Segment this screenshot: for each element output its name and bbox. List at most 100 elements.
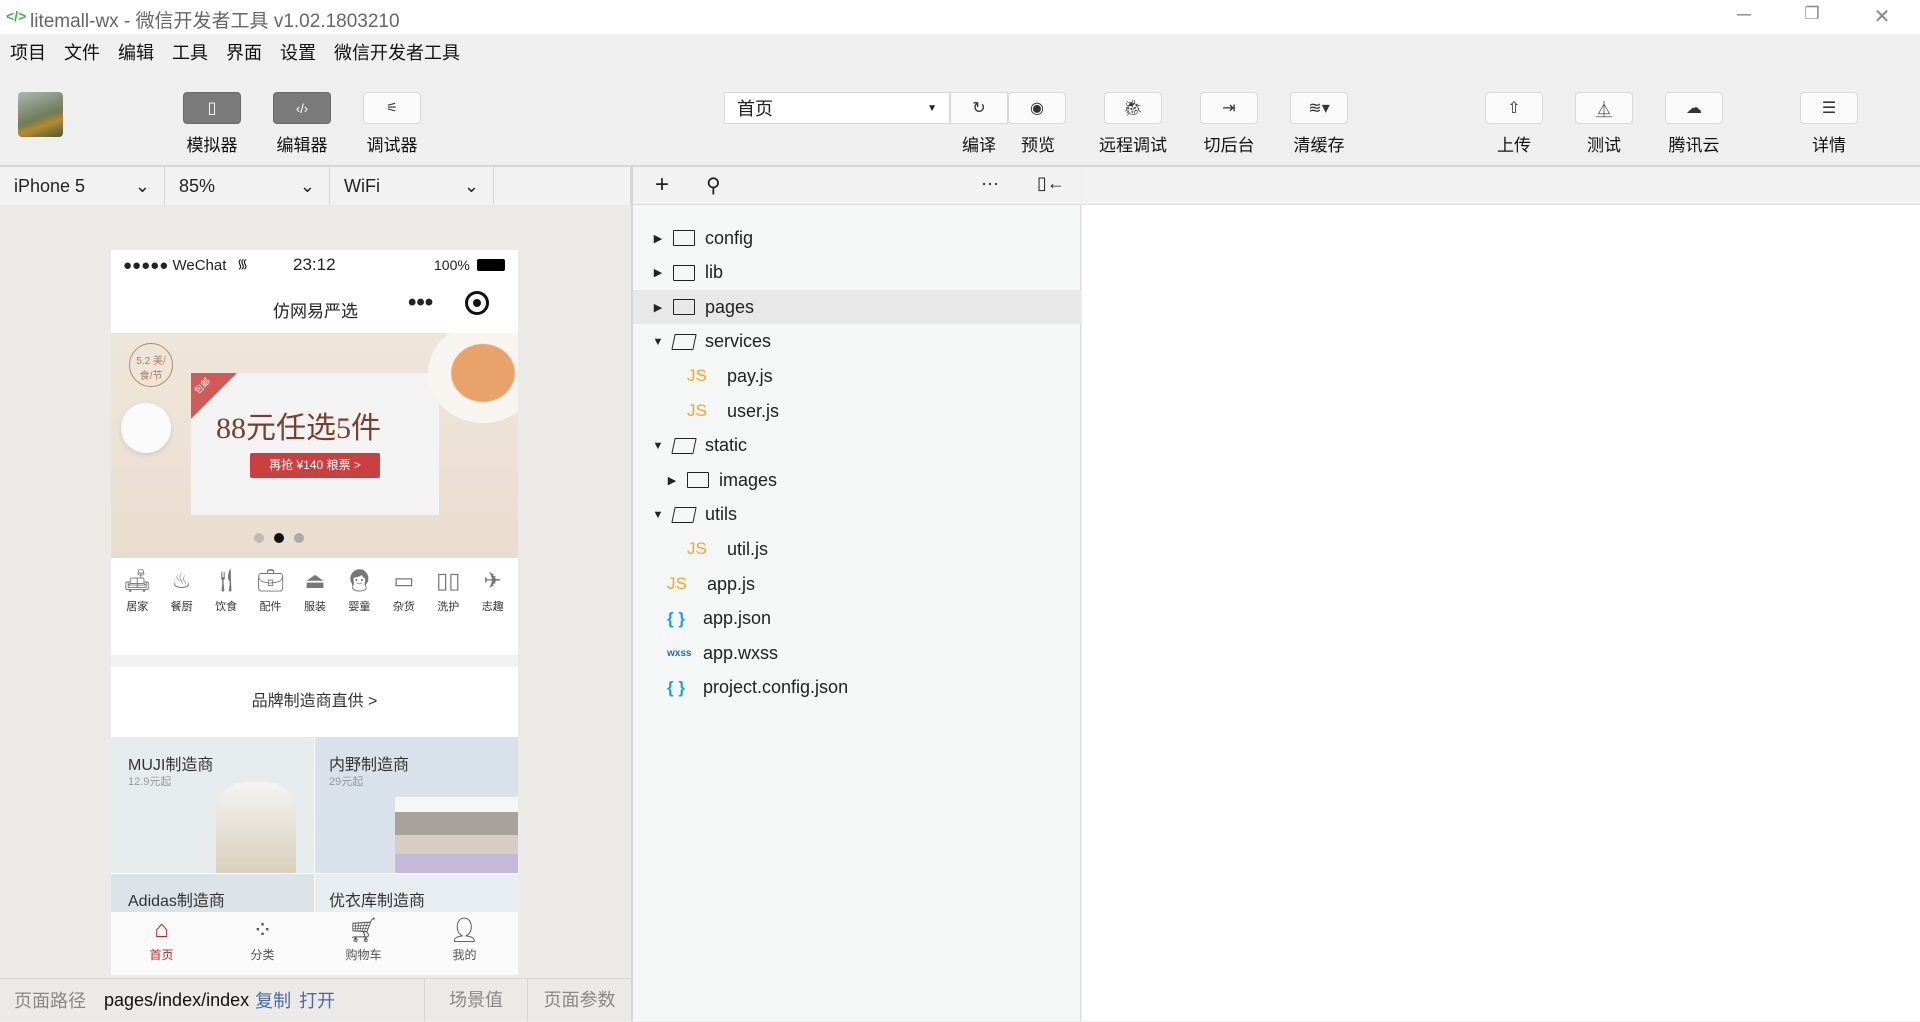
brand-card-adidas[interactable]: Adidas制造商 bbox=[111, 874, 314, 914]
editor-button[interactable]: ‹/› bbox=[273, 92, 331, 124]
tree-file[interactable]: JS app.js bbox=[633, 567, 1081, 601]
wxss-file-icon: wxss bbox=[667, 647, 692, 659]
minimize-icon[interactable]: ─ bbox=[1724, 4, 1764, 27]
menu-tools[interactable]: 工具 bbox=[172, 39, 208, 65]
category-baby[interactable]: 👩︎ 婴童 bbox=[337, 568, 381, 614]
test-button[interactable]: ⏅ bbox=[1575, 92, 1633, 124]
menu-file[interactable]: 文件 bbox=[64, 39, 100, 65]
upload-label: 上传 bbox=[1497, 136, 1531, 155]
zoom-select[interactable]: 85% ⌄ bbox=[165, 167, 330, 205]
caret-right-icon[interactable]: ▶ bbox=[651, 266, 665, 279]
pot-icon: ♨ bbox=[171, 568, 192, 593]
js-file-icon: JS bbox=[667, 574, 687, 593]
tree-file[interactable]: { } app.json bbox=[633, 602, 1081, 636]
folder-icon bbox=[673, 264, 695, 281]
user-avatar[interactable] bbox=[18, 92, 63, 137]
banner-button[interactable]: 再抢 ¥140 粮票 > bbox=[250, 453, 380, 478]
tree-file[interactable]: JS user.js bbox=[633, 394, 1081, 428]
category-hobby[interactable]: ✈ 志趣 bbox=[471, 568, 515, 614]
js-file-icon: JS bbox=[687, 366, 707, 386]
tree-folder[interactable]: ▶ config bbox=[633, 221, 1081, 255]
carousel-dot[interactable] bbox=[294, 533, 304, 543]
network-select[interactable]: WiFi ⌄ bbox=[330, 167, 494, 205]
tencent-cloud-button[interactable]: ☁ bbox=[1665, 92, 1723, 124]
more-icon[interactable]: ··· bbox=[981, 173, 999, 194]
tab-home[interactable]: ⌂ 首页 bbox=[111, 916, 212, 975]
caret-right-icon[interactable]: ▶ bbox=[651, 301, 665, 314]
brand-price: 29元起 bbox=[329, 776, 364, 788]
tree-item-label: lib bbox=[705, 262, 724, 283]
tree-file[interactable]: JS pay.js bbox=[633, 359, 1081, 393]
scene-button[interactable]: 场景值 bbox=[424, 979, 528, 1022]
category-misc[interactable]: ▭ 杂货 bbox=[382, 568, 426, 614]
add-file-icon[interactable]: + bbox=[655, 171, 669, 199]
banner-carousel[interactable]: 5.2 美/食/节 包邮 88元任选5件 再抢 ¥140 粮票 > bbox=[111, 333, 518, 558]
menu-project[interactable]: 项目 bbox=[10, 39, 46, 65]
carousel-dot[interactable] bbox=[254, 533, 264, 543]
simulator-button[interactable]: ▯ bbox=[183, 92, 241, 124]
menu-edit[interactable]: 编辑 bbox=[118, 39, 154, 65]
debugger-button[interactable]: ⚟ bbox=[363, 92, 421, 124]
grid-icon: ⁘ bbox=[252, 917, 273, 944]
open-link[interactable]: 打开 bbox=[299, 987, 335, 1013]
search-icon[interactable]: ⚲ bbox=[706, 173, 721, 198]
tree-folder[interactable]: ▼ utils bbox=[633, 498, 1081, 532]
tree-folder[interactable]: ▶ pages bbox=[633, 290, 1081, 325]
page-params-button[interactable]: 页面参数 bbox=[528, 979, 631, 1022]
menu-view[interactable]: 界面 bbox=[226, 39, 262, 65]
folder-open-icon bbox=[671, 333, 697, 350]
category-home[interactable]: 🛋︎ 居家 bbox=[115, 568, 159, 614]
brand-card-muji[interactable]: MUJI制造商 12.9元起 bbox=[111, 737, 314, 873]
restore-icon[interactable]: ❐ bbox=[1792, 4, 1832, 24]
caret-down-icon[interactable]: ▼ bbox=[651, 440, 665, 452]
close-capsule-icon[interactable] bbox=[465, 291, 489, 315]
category-grid: 🛋︎ 居家 ♨ 餐厨 🍴︎ 饮食 💼︎ 配件 ⏏ 服装 👩︎ 婴童 ▭ 杂货 ▯▯ 洗护 ✈ 志趣 bbox=[115, 568, 515, 614]
menu-wechat-devtools[interactable]: 微信开发者工具 bbox=[334, 39, 460, 65]
brand-header[interactable]: 品牌制造商直供 > bbox=[111, 667, 518, 737]
collapse-panel-icon[interactable]: ▯← bbox=[1037, 173, 1065, 194]
category-accessories[interactable]: 💼︎ 配件 bbox=[248, 568, 292, 614]
tree-folder[interactable]: ▼ services bbox=[633, 325, 1081, 359]
menu-settings[interactable]: 设置 bbox=[280, 39, 316, 65]
tree-file[interactable]: { } project.config.json bbox=[633, 671, 1081, 705]
tree-folder[interactable]: ▼ static bbox=[633, 429, 1081, 463]
tab-category[interactable]: ⁘ 分类 bbox=[212, 916, 313, 975]
tree-file[interactable]: JS util.js bbox=[633, 532, 1081, 566]
upload-button[interactable]: ⇧ bbox=[1485, 92, 1543, 124]
category-food[interactable]: 🍴︎ 饮食 bbox=[204, 568, 248, 614]
compile-button[interactable]: ↻ bbox=[950, 92, 1008, 124]
tree-item-label: pages bbox=[705, 296, 755, 317]
category-care[interactable]: ▯▯ 洗护 bbox=[426, 568, 470, 614]
details-button[interactable]: ☰ bbox=[1800, 92, 1858, 124]
close-icon[interactable]: ✕ bbox=[1862, 4, 1902, 29]
device-select[interactable]: iPhone 5 ⌄ bbox=[0, 167, 165, 205]
tab-cart[interactable]: 🛒︎ 购物车 bbox=[313, 916, 414, 975]
caret-down-icon[interactable]: ▼ bbox=[651, 336, 665, 348]
preview-button[interactable]: ◉ bbox=[1008, 92, 1066, 124]
remote-debug-button[interactable]: 🐞︎ bbox=[1104, 92, 1162, 124]
copy-link[interactable]: 复制 bbox=[255, 987, 291, 1013]
brand-card-uchino[interactable]: 内野制造商 29元起 bbox=[315, 737, 518, 873]
battery-text: 100% bbox=[434, 257, 470, 273]
tree-folder[interactable]: ▶ images bbox=[633, 463, 1081, 497]
menu-icon: ☰ bbox=[1821, 100, 1837, 117]
caret-right-icon[interactable]: ▶ bbox=[651, 232, 665, 245]
clear-cache-button[interactable]: ≋▾ bbox=[1290, 92, 1348, 124]
tree-file[interactable]: wxss app.wxss bbox=[633, 636, 1081, 670]
more-icon[interactable]: ••• bbox=[408, 289, 433, 317]
category-kitchen[interactable]: ♨ 餐厨 bbox=[159, 568, 203, 614]
brand-name: 内野制造商 bbox=[329, 757, 410, 774]
tree-item-label: config bbox=[705, 227, 754, 248]
chevron-down-icon: ⌄ bbox=[463, 175, 479, 196]
category-label: 服装 bbox=[303, 601, 326, 613]
tree-folder[interactable]: ▶ lib bbox=[633, 256, 1081, 290]
category-clothing[interactable]: ⏏ 服装 bbox=[293, 568, 337, 614]
carousel-dot-active[interactable] bbox=[274, 533, 284, 543]
page-select[interactable]: 首页 ▼ bbox=[724, 92, 950, 124]
simulator-label: 模拟器 bbox=[186, 136, 238, 155]
tab-mine[interactable]: 👤︎ 我的 bbox=[414, 916, 515, 975]
caret-down-icon[interactable]: ▼ bbox=[651, 509, 665, 521]
brand-card-uniqlo[interactable]: 优衣库制造商 bbox=[315, 874, 518, 914]
caret-right-icon[interactable]: ▶ bbox=[665, 474, 679, 487]
background-button[interactable]: ⇥ bbox=[1200, 92, 1258, 124]
